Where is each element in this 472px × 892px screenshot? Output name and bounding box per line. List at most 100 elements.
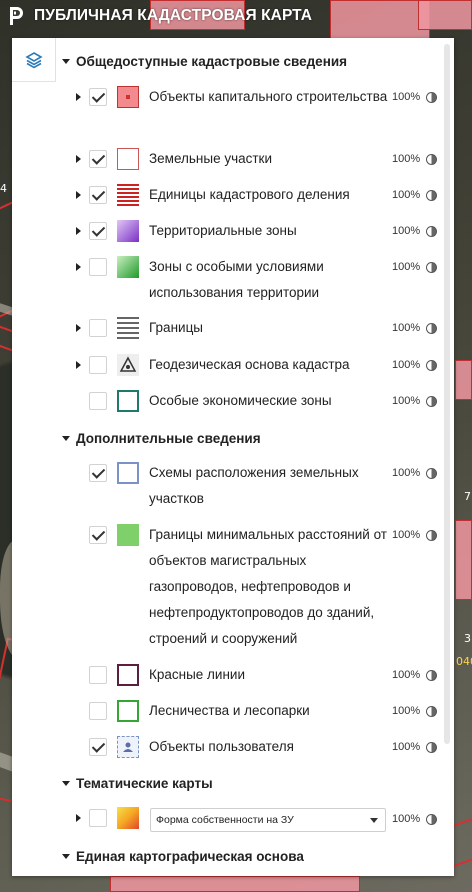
opacity-icon[interactable] [426,396,437,407]
section-title: Дополнительные сведения [76,430,261,446]
layer-checkbox[interactable] [89,738,107,756]
expand-arrow-icon[interactable] [76,155,81,163]
layers-tab[interactable] [12,38,56,82]
section-header-base-map[interactable]: Единая картографическая основа [62,846,304,866]
layers-list: Общедоступные кадастровые сведения Объек… [56,38,440,876]
opacity-icon[interactable] [426,706,437,717]
layer-checkbox[interactable] [89,356,107,374]
layer-row-territorial-zones: Территориальные зоны 100% [56,218,440,244]
expand-arrow-icon[interactable] [76,227,81,235]
expand-arrow-icon[interactable] [76,324,81,332]
layer-checkbox[interactable] [89,150,107,168]
layer-label: Земельные участки [149,151,273,166]
layer-label: Границы [149,320,203,335]
map-label: 7 [464,490,471,503]
layer-label: Единицы кадастрового деления [149,187,350,202]
opacity-value: 100% [392,705,421,717]
section-header-additional[interactable]: Дополнительные сведения [62,428,261,448]
layer-checkbox[interactable] [89,319,107,337]
expand-arrow-icon[interactable] [76,361,81,369]
opacity-icon[interactable] [426,360,437,371]
layer-row-special-economic-zones: Особые экономические зоны 100% [56,388,440,414]
thematic-map-select[interactable]: Форма собственности на ЗУ [150,808,386,832]
legend-thematic-icon [117,807,139,829]
expand-arrow-icon[interactable] [76,814,81,822]
legend-outline-red-icon [117,148,139,170]
app-header: ПУБЛИЧНАЯ КАДАСТРОВАЯ КАРТА [8,2,312,30]
opacity-value: 100% [392,189,421,201]
layer-row-pipeline-distances: Границы минимальных расстояний от объект… [56,522,440,652]
opacity-icon[interactable] [426,226,437,237]
legend-green-fill-icon [117,524,139,546]
opacity-value: 100% [392,322,421,334]
expand-arrow-icon[interactable] [76,93,81,101]
app-title: ПУБЛИЧНАЯ КАДАСТРОВАЯ КАРТА [34,7,313,24]
layer-checkbox[interactable] [89,702,107,720]
map-label: 4 [0,182,7,195]
legend-purple-gradient-icon [117,220,139,242]
layer-row-capital-objects: Объекты капитального строительства 100% [56,84,440,138]
opacity-value: 100% [392,395,421,407]
layer-label: Лесничества и лесопарки [149,703,310,718]
opacity-icon[interactable] [426,262,437,273]
map-label: 040 [456,655,472,668]
legend-gray-lines-icon [117,317,139,339]
layer-label: Особые экономические зоны [149,393,332,408]
legend-outline-blue-icon [117,462,139,484]
opacity-value: 100% [392,359,421,371]
layer-checkbox[interactable] [89,666,107,684]
caret-down-icon [62,780,70,786]
layer-checkbox[interactable] [89,258,107,276]
layer-checkbox[interactable] [89,392,107,410]
section-header-thematic[interactable]: Тематические карты [62,773,213,793]
opacity-icon[interactable] [426,323,437,334]
layer-label: Границы минимальных расстояний от объект… [149,527,387,646]
layers-panel: Общедоступные кадастровые сведения Объек… [12,38,454,876]
section-title: Общедоступные кадастровые сведения [76,53,348,69]
caret-down-icon [62,853,70,859]
legend-outline-green-icon [117,700,139,722]
section-header-public[interactable]: Общедоступные кадастровые сведения [62,51,347,71]
opacity-icon[interactable] [426,814,437,825]
layer-checkbox[interactable] [89,809,107,827]
layer-label: Территориальные зоны [149,223,297,238]
legend-outline-maroon-icon [117,664,139,686]
layer-row-land-plots: Земельные участки 100% [56,146,440,172]
layer-row-geodetic-basis: Геодезическая основа кадастра 100% [56,352,440,378]
opacity-icon[interactable] [426,530,437,541]
layer-checkbox[interactable] [89,88,107,106]
section-title: Тематические карты [76,775,213,791]
opacity-icon[interactable] [426,190,437,201]
layer-row-user-objects: Объекты пользователя 100% [56,734,440,760]
expand-arrow-icon[interactable] [76,191,81,199]
layer-label: Объекты капитального строительства [149,89,388,104]
layer-label: Объекты пользователя [149,739,294,754]
legend-user-icon [117,736,139,758]
opacity-icon[interactable] [426,92,437,103]
app-logo-icon[interactable] [8,5,26,27]
layer-row-boundaries: Границы 100% [56,315,440,341]
layer-checkbox[interactable] [89,186,107,204]
opacity-icon[interactable] [426,154,437,165]
opacity-icon[interactable] [426,742,437,753]
layer-checkbox[interactable] [89,526,107,544]
legend-triangle-icon [117,354,139,376]
map-parcel [455,520,472,600]
layers-icon [24,51,43,68]
layer-checkbox[interactable] [89,222,107,240]
opacity-value: 100% [392,91,421,103]
panel-scrollbar[interactable] [444,44,450,744]
map-label: 3 [464,632,471,645]
opacity-value: 100% [392,813,421,825]
layer-label: Зоны с особыми условиями использования т… [149,259,324,300]
layer-checkbox[interactable] [89,464,107,482]
layer-row-forestry: Лесничества и лесопарки 100% [56,698,440,724]
opacity-icon[interactable] [426,468,437,479]
layer-row-special-zones: Зоны с особыми условиями использования т… [56,254,440,308]
layer-label: Схемы расположения земельных участков [149,465,359,506]
opacity-icon[interactable] [426,670,437,681]
legend-red-lines-icon [117,184,139,206]
opacity-value: 100% [392,153,421,165]
expand-arrow-icon[interactable] [76,263,81,271]
layer-row-red-lines: Красные линии 100% [56,662,440,688]
